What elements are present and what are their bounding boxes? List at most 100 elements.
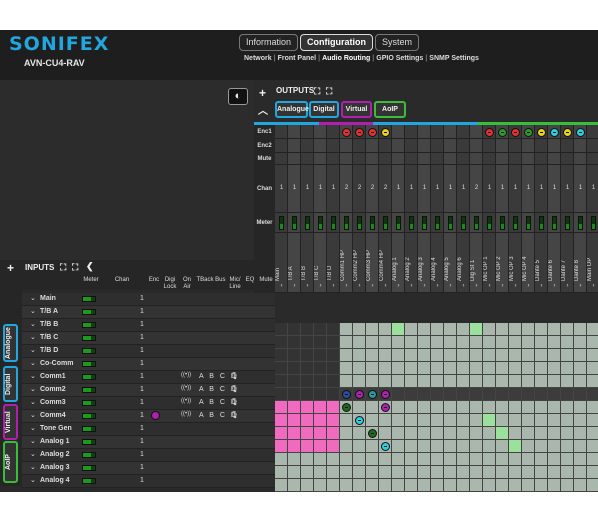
matrix-cell[interactable] [548,349,561,362]
matrix-cell[interactable] [535,401,548,414]
matrix-cell[interactable] [457,440,470,453]
matrix-cell[interactable] [288,388,301,401]
output-filter-aoip[interactable]: AoIP [374,101,406,118]
output-chevron[interactable]: › [418,283,431,289]
matrix-cell[interactable] [327,427,340,440]
matrix-cell[interactable] [366,414,379,427]
matrix-cell[interactable] [418,323,431,336]
matrix-cell[interactable] [522,401,535,414]
input-row[interactable]: ⌄ T/B B 1 [22,319,275,332]
matrix-cell[interactable] [431,336,444,349]
matrix-cell[interactable] [275,440,288,453]
matrix-cell[interactable] [366,466,379,479]
matrix-cell[interactable] [535,362,548,375]
matrix-cell[interactable] [535,466,548,479]
matrix-cell[interactable] [574,336,587,349]
matrix-cell[interactable] [548,375,561,388]
matrix-cell[interactable] [366,479,379,492]
matrix-cell[interactable] [301,388,314,401]
matrix-cell[interactable] [548,440,561,453]
output-chevron[interactable]: › [431,283,444,289]
matrix-cell[interactable] [275,466,288,479]
matrix-cell[interactable] [366,440,379,453]
matrix-cell[interactable] [314,479,327,492]
enc1-button[interactable] [537,128,546,137]
matrix-cell[interactable] [444,479,457,492]
matrix-cell[interactable] [379,362,392,375]
matrix-cell[interactable] [288,349,301,362]
matrix-cell[interactable] [457,375,470,388]
matrix-cell[interactable] [587,479,598,492]
matrix-cell[interactable] [561,427,574,440]
output-chevron[interactable]: › [457,283,470,289]
matrix-cell[interactable] [457,336,470,349]
matrix-cell[interactable] [535,479,548,492]
chevron-down-icon[interactable]: ⌄ [30,424,36,432]
matrix-cell[interactable] [275,336,288,349]
matrix-cell[interactable] [457,349,470,362]
matrix-cell[interactable] [392,401,405,414]
output-filter-digital[interactable]: Digital [309,101,339,118]
input-tab-digital[interactable]: Digital [3,366,18,402]
matrix-cell[interactable] [327,479,340,492]
matrix-cell[interactable] [431,401,444,414]
on-air-icon[interactable]: ((•)) [181,411,191,417]
matrix-cell[interactable] [470,362,483,375]
matrix-cell[interactable] [548,362,561,375]
matrix-cell[interactable] [535,336,548,349]
matrix-cell[interactable] [561,336,574,349]
matrix-cell[interactable] [301,375,314,388]
matrix-cell[interactable] [301,479,314,492]
matrix-cell[interactable] [431,375,444,388]
matrix-cell[interactable] [275,323,288,336]
chevron-down-icon[interactable]: ⌄ [30,372,36,380]
enc1-button[interactable] [368,128,377,137]
matrix-cell[interactable] [418,427,431,440]
matrix-cell[interactable] [392,375,405,388]
matrix-cell[interactable] [483,440,496,453]
chevron-up-icon[interactable]: ︿ [258,102,270,117]
matrix-cell[interactable] [509,336,522,349]
theme-toggle-icon[interactable]: ◐ [228,88,248,105]
matrix-cell[interactable] [314,375,327,388]
enc-badge[interactable] [151,411,160,420]
matrix-cell[interactable] [327,375,340,388]
matrix-cell[interactable] [379,453,392,466]
matrix-cell[interactable] [379,323,392,336]
matrix-cell[interactable] [496,323,509,336]
matrix-cell[interactable] [327,362,340,375]
input-row[interactable]: ⌄ Main 1 [22,293,275,306]
matrix-cell[interactable] [431,414,444,427]
matrix-cell[interactable] [457,388,470,401]
chevron-down-icon[interactable]: ⌄ [30,437,36,445]
chevron-down-icon[interactable]: ⌄ [30,346,36,354]
output-chevron[interactable]: › [275,283,288,289]
matrix-cell[interactable] [405,466,418,479]
matrix-cell[interactable] [574,349,587,362]
matrix-cell[interactable] [379,427,392,440]
matrix-cell[interactable] [535,388,548,401]
output-chevron[interactable]: › [548,283,561,289]
mic-icon[interactable]: 🎙 [230,372,239,380]
matrix-cell[interactable] [314,362,327,375]
matrix-cell[interactable] [353,453,366,466]
matrix-cell[interactable] [431,440,444,453]
matrix-cell[interactable] [353,479,366,492]
matrix-cell[interactable] [418,349,431,362]
matrix-cell[interactable] [314,440,327,453]
matrix-cell[interactable] [392,466,405,479]
matrix-cell[interactable] [431,323,444,336]
matrix-cell[interactable] [574,388,587,401]
matrix-cell[interactable] [483,362,496,375]
matrix-cell[interactable] [366,453,379,466]
matrix-cell[interactable] [561,453,574,466]
matrix-cell[interactable] [314,427,327,440]
matrix-cell[interactable] [405,427,418,440]
output-chevron[interactable]: › [392,283,405,289]
matrix-cell[interactable] [431,427,444,440]
matrix-cell[interactable] [431,388,444,401]
matrix-cell[interactable] [340,453,353,466]
matrix-cell[interactable] [340,440,353,453]
matrix-cell[interactable] [275,427,288,440]
matrix-cell[interactable] [275,388,288,401]
